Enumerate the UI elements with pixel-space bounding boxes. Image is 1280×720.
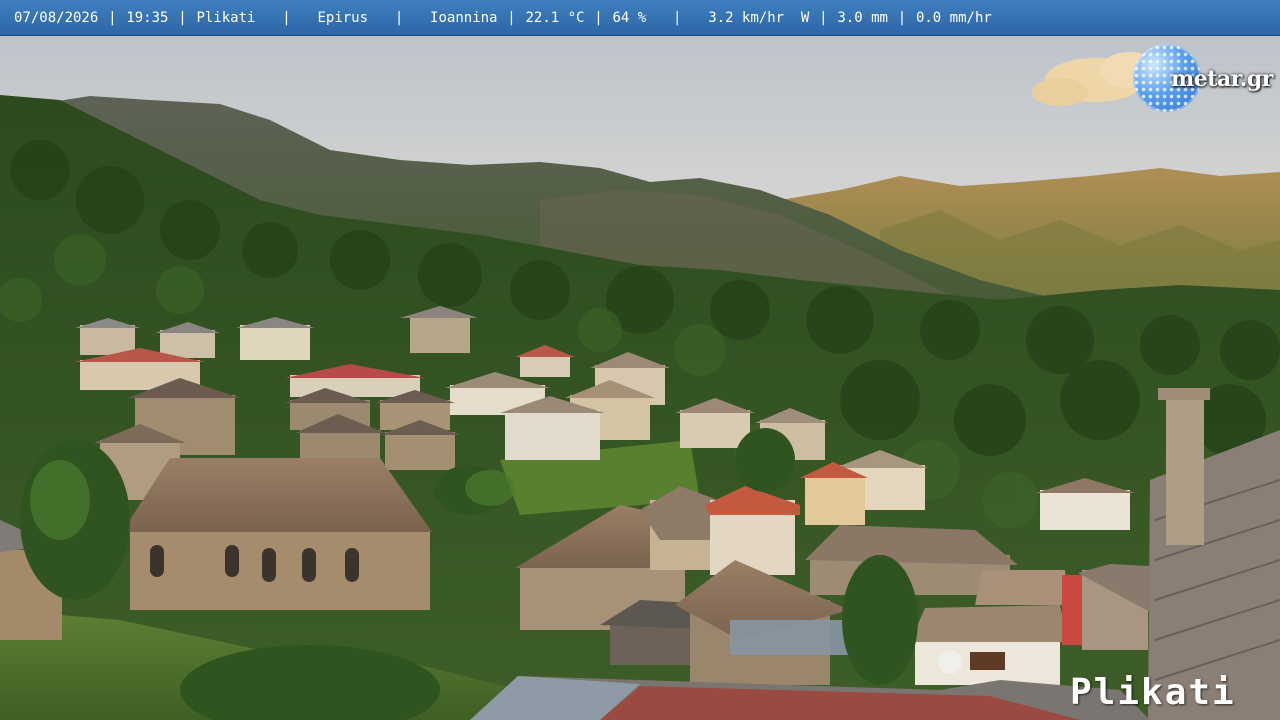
humidity-text: 64 % [612, 9, 647, 26]
separator: | [108, 9, 117, 26]
separator: | [819, 9, 828, 26]
separator: | [594, 9, 603, 26]
separator: | [394, 9, 404, 26]
rain-text: 3.0 mm [837, 9, 888, 26]
wind-text: 3.2 km/hr W [708, 9, 810, 26]
separator: | [673, 9, 682, 26]
separator: | [282, 9, 291, 26]
region-text: Epirus [317, 9, 369, 26]
separator: | [897, 9, 907, 26]
separator: | [178, 9, 187, 26]
logo-text: metar.gr [1171, 66, 1273, 92]
webcam-image [0, 0, 1280, 720]
date-text: 07/08/2026 [14, 9, 99, 26]
rain-rate-text: 0.0 mm/hr [915, 9, 992, 26]
location-watermark: Plikati [1070, 672, 1236, 713]
stone-building-large [122, 458, 432, 610]
temperature-text: 22.1 °C [525, 9, 585, 26]
location-text: Plikati [196, 9, 256, 26]
time-text: 19:35 [126, 9, 169, 26]
metar-logo[interactable]: metar.gr [1133, 44, 1273, 114]
weather-status-bar: 07/08/2026 | 19:35 | Plikati | Epirus | … [0, 0, 1280, 36]
separator: | [507, 9, 516, 26]
city-text: Ioannina [430, 9, 498, 26]
webcam-frame: 07/08/2026 | 19:35 | Plikati | Epirus | … [0, 0, 1280, 720]
